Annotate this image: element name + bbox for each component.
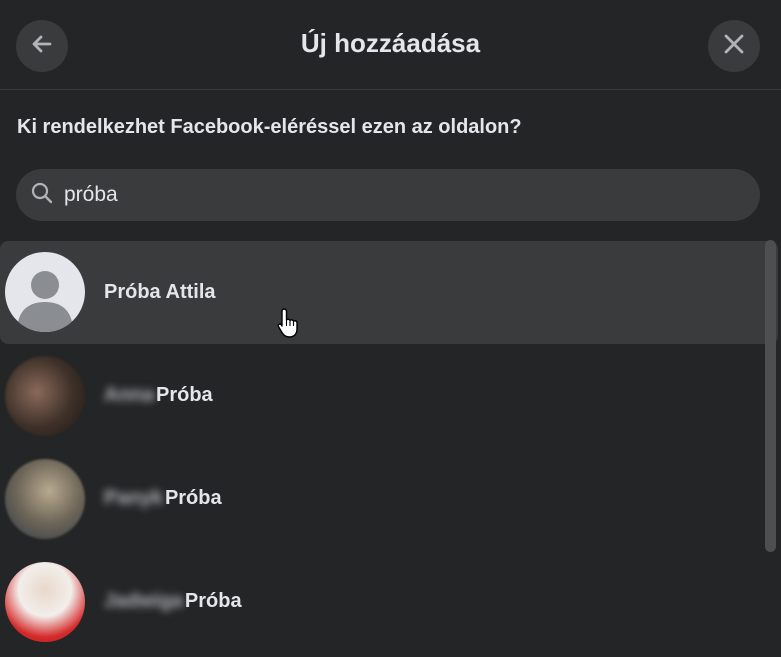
- access-question: Ki rendelkezhet Facebook-eléréssel ezen …: [17, 116, 522, 138]
- avatar: [5, 252, 85, 332]
- result-name: Próba Attila: [104, 281, 216, 303]
- search-box[interactable]: [16, 169, 760, 221]
- last-name: Próba: [184, 590, 242, 612]
- blurred-first-name: Panyk: [104, 487, 163, 509]
- blurred-first-name: Anna: [104, 384, 154, 406]
- last-name: Próba: [164, 487, 222, 509]
- list-item[interactable]: Anna Próba: [0, 344, 778, 447]
- list-item[interactable]: Próba Attila: [0, 241, 778, 344]
- result-name: Anna Próba: [104, 384, 213, 407]
- scrollbar[interactable]: [765, 240, 776, 552]
- avatar: [5, 562, 85, 642]
- avatar: [5, 356, 85, 436]
- blurred-first-name: Jadwiga: [104, 590, 183, 612]
- search-icon: [30, 181, 54, 210]
- result-name: Jadwiga Próba: [104, 590, 242, 613]
- avatar: [5, 459, 85, 539]
- result-name: Panyk Próba: [104, 487, 222, 510]
- close-icon: [721, 31, 747, 62]
- dialog-title: Új hozzáadása: [300, 28, 481, 58]
- search-input[interactable]: [64, 183, 704, 207]
- dialog-header: Új hozzáadása: [0, 0, 781, 90]
- close-button[interactable]: [708, 20, 760, 72]
- hand-cursor-icon: [276, 307, 302, 344]
- results-list: Próba Attila Anna Próba Panyk Próba Jadwig…: [0, 240, 781, 657]
- list-item[interactable]: Jadwiga Próba: [0, 550, 778, 653]
- list-item[interactable]: Panyk Próba: [0, 447, 778, 550]
- last-name: Próba: [156, 384, 213, 406]
